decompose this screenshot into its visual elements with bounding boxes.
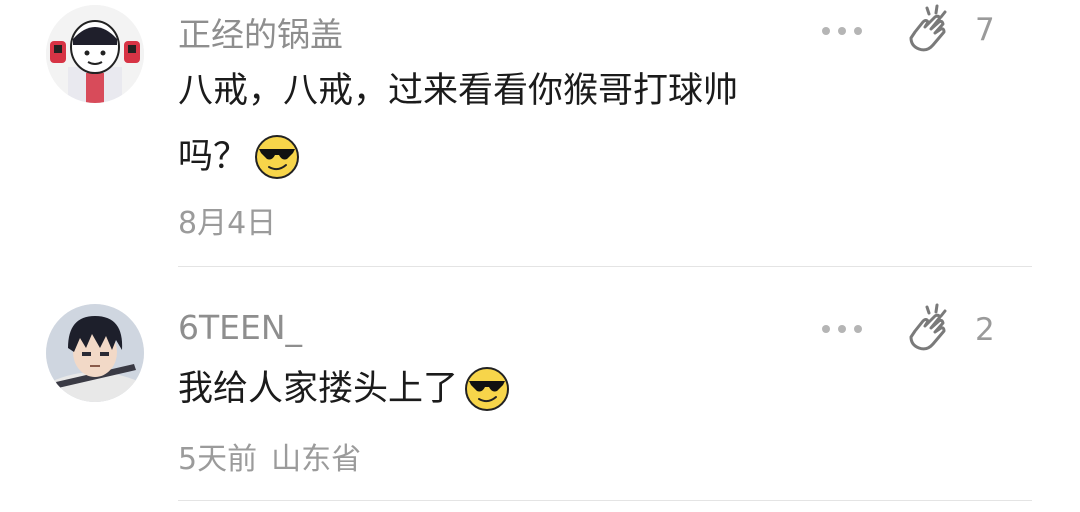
comment-text: 八戒，八戒，过来看看你猴哥打球帅 吗？ — [178, 58, 738, 190]
dot-icon — [838, 27, 846, 35]
divider — [178, 500, 1032, 501]
comment-item: 正经的锅盖 7 八戒，八戒，过来看看你猴哥打球帅 吗？ 8月4日 — [0, 0, 1080, 268]
username[interactable]: 6TEEN_ — [178, 308, 302, 347]
comment-item: 6TEEN_ 2 我给人家搂头上了 5天前 山东省 — [0, 268, 1080, 512]
comment-date: 5天前 — [178, 442, 258, 477]
comment-text-line: 吗？ — [178, 124, 738, 190]
like-count: 7 — [975, 12, 995, 48]
like-count: 2 — [975, 312, 995, 348]
user-avatar[interactable] — [46, 304, 144, 402]
more-options-button[interactable] — [822, 26, 862, 36]
like-button[interactable] — [905, 2, 953, 58]
comment-text-segment: 八戒，八戒，过来看看你猴哥打球帅 — [178, 71, 739, 111]
sunglasses-emoji-icon — [464, 366, 510, 412]
username[interactable]: 正经的锅盖 — [178, 8, 343, 56]
comment-text-segment: 我给人家搂头上了 — [178, 369, 459, 409]
dot-icon — [822, 325, 830, 333]
clap-hand-icon — [909, 4, 947, 52]
user-avatar[interactable] — [46, 5, 144, 103]
comment-text: 我给人家搂头上了 — [178, 356, 510, 422]
dot-icon — [822, 27, 830, 35]
comment-date: 8月4日 — [178, 206, 277, 241]
dot-icon — [854, 27, 862, 35]
comment-text-line: 我给人家搂头上了 — [178, 356, 510, 422]
dot-icon — [854, 325, 862, 333]
comment-meta: 5天前 山东省 — [178, 434, 361, 478]
clap-hand-icon — [909, 303, 947, 351]
comment-text-line: 八戒，八戒，过来看看你猴哥打球帅 — [178, 58, 738, 124]
comment-location: 山东省 — [271, 442, 362, 477]
comment-meta: 8月4日 — [178, 198, 276, 242]
helmet-mask-avatar-icon — [46, 5, 144, 103]
more-options-button[interactable] — [822, 324, 862, 334]
like-button[interactable] — [905, 301, 953, 357]
comment-text-segment: 吗？ — [178, 137, 249, 177]
sunglasses-emoji-icon — [254, 134, 300, 180]
dot-icon — [838, 325, 846, 333]
divider — [178, 266, 1032, 267]
anime-boy-avatar-icon — [46, 304, 144, 402]
